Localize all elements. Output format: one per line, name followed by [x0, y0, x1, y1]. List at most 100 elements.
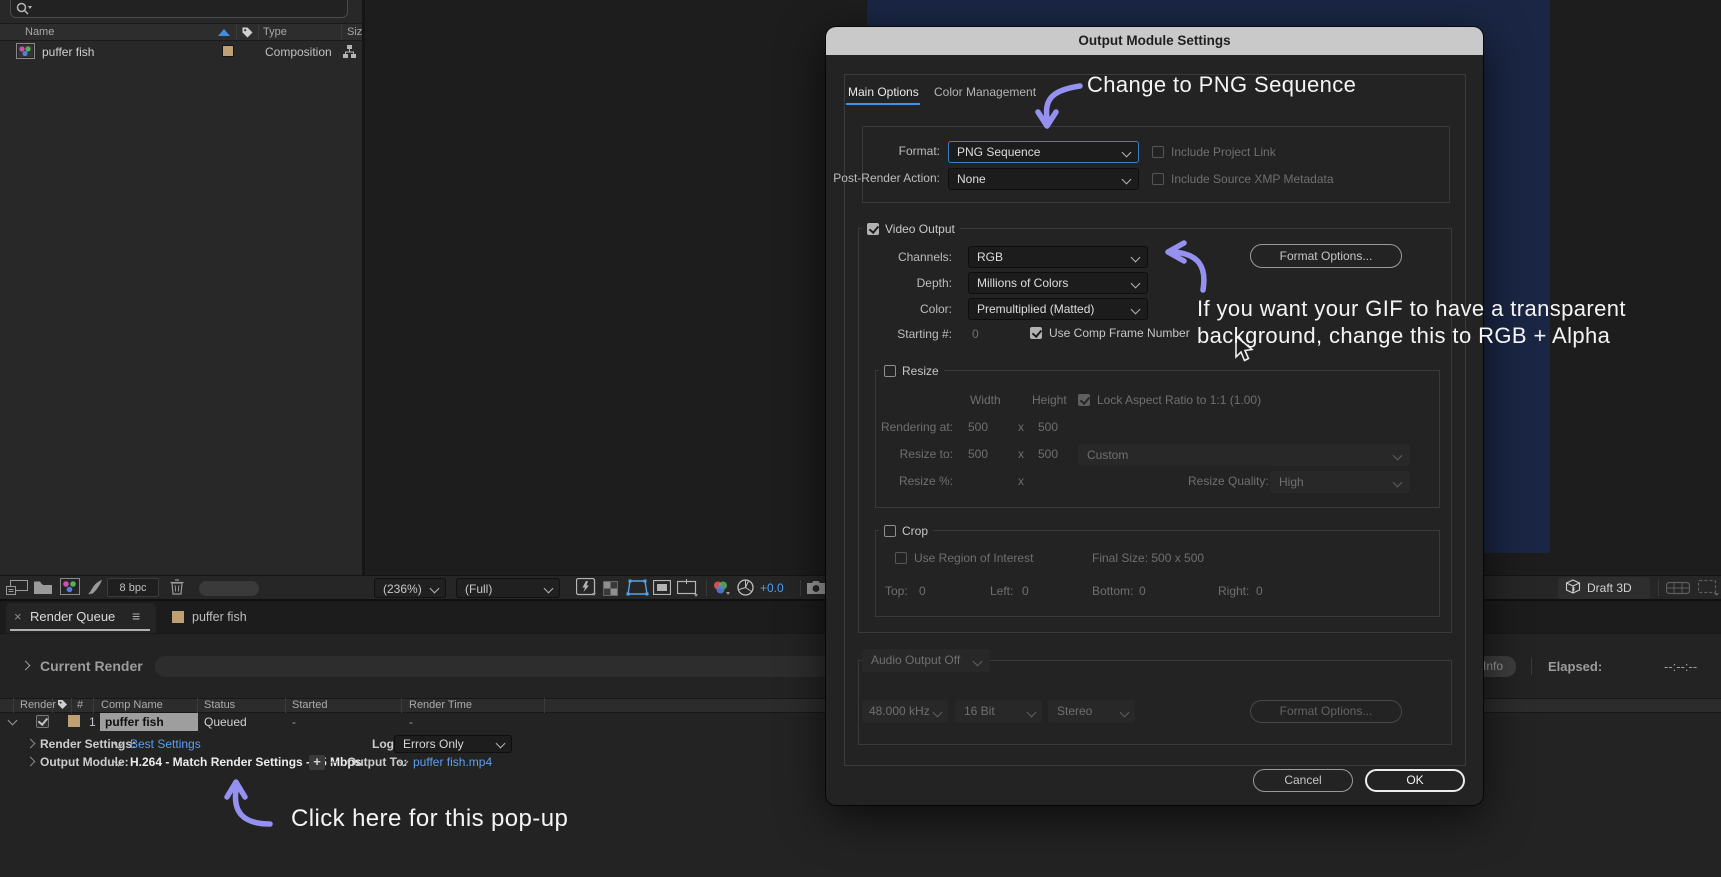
- project-item-type: Composition: [265, 45, 332, 59]
- dialog-titlebar[interactable]: Output Module Settings: [826, 27, 1483, 55]
- output-module-link[interactable]: H.264 - Match Render Settings - 15 Mbps: [130, 755, 361, 769]
- new-folder-icon[interactable]: [33, 580, 53, 598]
- tab-render-queue-label[interactable]: Render Queue: [30, 609, 115, 624]
- crop-checkbox[interactable]: [884, 524, 896, 537]
- channels-label: Channels:: [897, 250, 952, 264]
- project-search-input[interactable]: [10, 0, 348, 18]
- use-comp-frame-checkbox[interactable]: [1030, 327, 1042, 339]
- queue-row-swatch[interactable]: [68, 715, 80, 727]
- format-label: Format:: [898, 144, 940, 158]
- viewer-zoom-dropdown[interactable]: (236%): [374, 578, 446, 598]
- resize-to-height: 500: [1038, 447, 1059, 461]
- chevron-down-icon: [429, 583, 440, 594]
- log-dropdown[interactable]: Errors Only: [394, 735, 512, 753]
- annotation-popup: Click here for this pop-up: [291, 805, 569, 832]
- chevron-down-icon: [1130, 252, 1141, 263]
- resize-height-header: Height: [1032, 393, 1067, 407]
- project-item-name[interactable]: puffer fish: [42, 45, 94, 59]
- channel-color-icon[interactable]: [712, 580, 732, 600]
- color-label: Color:: [919, 302, 952, 316]
- audio-output-value: Audio Output Off: [871, 653, 961, 667]
- new-composition-icon[interactable]: [60, 578, 80, 598]
- label-color-column-icon[interactable]: [241, 26, 254, 42]
- minus-icon[interactable]: −: [330, 754, 338, 770]
- column-type[interactable]: Type: [263, 26, 287, 38]
- composition-thumbnail-icon: [16, 43, 35, 62]
- output-to-link[interactable]: puffer fish.mp4: [413, 755, 492, 769]
- tab-main-options[interactable]: Main Options: [848, 85, 919, 99]
- render-enabled-checkbox[interactable]: [36, 715, 49, 728]
- crop-legend: Crop: [879, 522, 934, 539]
- snapshot-camera-icon[interactable]: [806, 580, 826, 598]
- exposure-icon[interactable]: [737, 579, 754, 599]
- audio-output-dropdown[interactable]: Audio Output Off: [862, 649, 990, 672]
- include-project-link-checkbox[interactable]: [1152, 146, 1164, 158]
- column-status[interactable]: Status: [204, 699, 235, 711]
- column-name[interactable]: Name: [25, 26, 54, 38]
- chevron-down-icon: [1130, 304, 1141, 315]
- channels-dropdown[interactable]: RGB: [968, 246, 1148, 268]
- fast-previews-icon[interactable]: [575, 577, 597, 600]
- tab-comp-label[interactable]: puffer fish: [192, 610, 247, 624]
- transparency-grid-icon[interactable]: [603, 581, 618, 599]
- resize-checkbox[interactable]: [884, 364, 896, 377]
- resize-label: Resize: [902, 363, 939, 378]
- column-size[interactable]: Siz: [347, 26, 362, 38]
- sort-ascending-icon[interactable]: [218, 29, 230, 36]
- ok-button[interactable]: OK: [1365, 769, 1465, 792]
- label-color-swatch[interactable]: [222, 45, 234, 57]
- audio-format-options-label: Format Options...: [1279, 704, 1373, 718]
- adjustment-icon[interactable]: [88, 579, 103, 598]
- depth-value: Millions of Colors: [977, 276, 1069, 290]
- draft-3d-button[interactable]: Draft 3D: [1558, 577, 1650, 599]
- view-layout-icon[interactable]: [1697, 579, 1720, 599]
- close-icon[interactable]: ×: [14, 609, 22, 624]
- exposure-value[interactable]: +0.0: [760, 581, 784, 595]
- resize-pct-label: Resize %:: [898, 474, 953, 488]
- column-started[interactable]: Started: [292, 699, 327, 711]
- column-comp-name[interactable]: Comp Name: [101, 699, 163, 711]
- flowchart-icon[interactable]: [342, 44, 357, 62]
- ok-label: OK: [1406, 773, 1424, 787]
- column-render[interactable]: Render: [20, 699, 56, 711]
- label-color-column-icon[interactable]: [57, 699, 68, 714]
- queue-row-comp-name-cell[interactable]: puffer fish: [100, 713, 198, 731]
- video-output-checkbox[interactable]: [867, 222, 879, 235]
- annotation-alpha-line1: If you want your GIF to have a transpare…: [1197, 296, 1626, 321]
- panel-divider[interactable]: [362, 0, 365, 601]
- region-of-interest-icon[interactable]: [626, 578, 649, 600]
- chevron-down-icon: [1392, 450, 1403, 461]
- tab-color-management[interactable]: Color Management: [934, 85, 1036, 99]
- format-dropdown[interactable]: PNG Sequence: [948, 141, 1139, 163]
- composition-region-icon[interactable]: [676, 579, 700, 600]
- interpret-footage-icon[interactable]: [6, 580, 28, 598]
- chevron-down-icon: [972, 656, 983, 667]
- post-render-label: Post-Render Action:: [833, 171, 940, 185]
- annotation-alpha-line2: background, change this to RGB + Alpha: [1197, 323, 1611, 348]
- post-render-dropdown[interactable]: None: [948, 168, 1139, 190]
- audio-rate-dropdown: 48.000 kHz: [862, 700, 948, 723]
- resize-to-label: Resize to:: [899, 447, 953, 461]
- post-render-value: None: [957, 172, 986, 186]
- use-roi-label: Use Region of Interest: [914, 551, 1034, 565]
- render-settings-link[interactable]: Best Settings: [130, 737, 201, 751]
- video-format-options-button[interactable]: Format Options...: [1250, 244, 1402, 268]
- include-xmp-checkbox[interactable]: [1152, 173, 1164, 185]
- starting-value[interactable]: 0: [972, 327, 979, 341]
- column-render-time[interactable]: Render Time: [409, 699, 472, 711]
- video-output-label: Video Output: [885, 221, 955, 236]
- panel-menu-icon[interactable]: ≡: [132, 608, 140, 624]
- add-output-module-button[interactable]: +: [309, 755, 325, 770]
- render-grid-icon[interactable]: [1665, 580, 1691, 599]
- column-num[interactable]: #: [77, 699, 83, 711]
- bit-depth-button[interactable]: 8 bpc: [107, 578, 159, 597]
- color-dropdown[interactable]: Premultiplied (Matted): [968, 298, 1148, 320]
- queue-row-render-time: -: [409, 715, 413, 729]
- viewer-resolution-dropdown[interactable]: (Full): [456, 578, 560, 598]
- dialog-title: Output Module Settings: [1078, 33, 1231, 48]
- cancel-button[interactable]: Cancel: [1253, 769, 1353, 792]
- depth-dropdown[interactable]: Millions of Colors: [968, 272, 1148, 294]
- queue-row-num: 1: [89, 715, 96, 729]
- mask-visibility-icon[interactable]: [652, 579, 672, 598]
- trash-icon[interactable]: [170, 579, 184, 598]
